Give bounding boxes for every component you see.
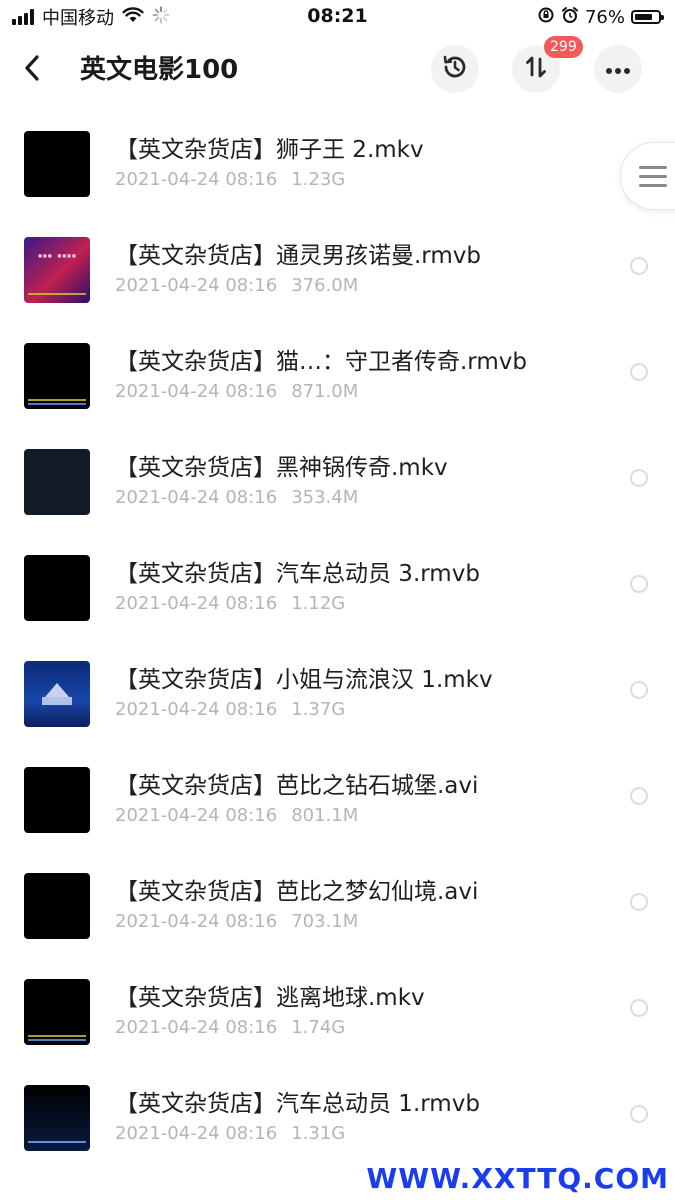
file-name: 【英文杂货店】黑神锅传奇.mkv [115, 455, 448, 481]
file-row[interactable]: 【英文杂货店】逃离地球.mkv 2021-04-24 08:16 1.74G [0, 946, 675, 1052]
video-thumbnail [24, 873, 90, 939]
file-size: 1.37G [291, 699, 346, 720]
file-name: 【英文杂货店】通灵男孩诺曼.rmvb [115, 243, 481, 269]
select-radio[interactable] [630, 257, 648, 275]
file-date: 2021-04-24 08:16 [115, 805, 278, 826]
alarm-icon [561, 6, 579, 28]
file-name: 【英文杂货店】芭比之梦幻仙境.avi [115, 879, 479, 905]
file-row[interactable]: 【英文杂货店】小姐与流浪汉 1.mkv 2021-04-24 08:16 1.37… [0, 628, 675, 734]
select-radio[interactable] [630, 787, 648, 805]
back-button[interactable] [14, 52, 50, 88]
file-name: 【英文杂货店】小姐与流浪汉 1.mkv [115, 667, 493, 693]
select-radio[interactable] [630, 575, 648, 593]
file-name: 【英文杂货店】狮子王 2.mkv [115, 137, 424, 163]
file-name: 【英文杂货店】逃离地球.mkv [115, 985, 425, 1011]
select-radio[interactable] [630, 999, 648, 1017]
transfer-icon [522, 53, 550, 85]
orientation-lock-icon [537, 6, 555, 28]
video-thumbnail [24, 767, 90, 833]
more-icon [604, 60, 632, 79]
file-date: 2021-04-24 08:16 [115, 381, 278, 402]
file-size: 801.1M [291, 805, 359, 826]
file-date: 2021-04-24 08:16 [115, 1017, 278, 1038]
history-button[interactable] [431, 45, 479, 93]
select-radio[interactable] [630, 681, 648, 699]
file-meta: 2021-04-24 08:16 1.12G [115, 594, 345, 614]
header: 英文电影100 299 [0, 34, 675, 106]
file-size: 376.0M [291, 275, 359, 296]
file-date: 2021-04-24 08:16 [115, 487, 278, 508]
status-right: 76% [537, 6, 664, 28]
file-size: 1.12G [291, 593, 346, 614]
menu-lines-icon [639, 166, 667, 193]
file-row[interactable]: ▪▪▪ ▪▪▪▪ 【英文杂货店】通灵男孩诺曼.rmvb 2021-04-24 0… [0, 204, 675, 310]
video-thumbnail [24, 1085, 90, 1151]
file-name: 【英文杂货店】汽车总动员 1.rmvb [115, 1091, 480, 1117]
file-name: 【英文杂货店】猫…：守卫者传奇.rmvb [115, 349, 527, 375]
video-thumbnail [24, 449, 90, 515]
file-row[interactable]: 【英文杂货店】狮子王 2.mkv 2021-04-24 08:16 1.23G [0, 98, 675, 204]
file-meta: 2021-04-24 08:16 1.74G [115, 1018, 345, 1038]
file-row[interactable]: 【英文杂货店】芭比之钻石城堡.avi 2021-04-24 08:16 801.1… [0, 734, 675, 840]
file-date: 2021-04-24 08:16 [115, 169, 278, 190]
file-row[interactable]: 【英文杂货店】猫…：守卫者传奇.rmvb 2021-04-24 08:16 871… [0, 310, 675, 416]
page-title: 英文电影100 [80, 55, 239, 85]
file-row[interactable]: 【英文杂货店】汽车总动员 3.rmvb 2021-04-24 08:16 1.12… [0, 522, 675, 628]
file-size: 1.74G [291, 1017, 346, 1038]
history-icon [441, 53, 469, 85]
file-date: 2021-04-24 08:16 [115, 1123, 278, 1144]
file-meta: 2021-04-24 08:16 1.23G [115, 170, 345, 190]
file-meta: 2021-04-24 08:16 376.0M [115, 276, 358, 296]
select-radio[interactable] [630, 893, 648, 911]
more-button[interactable] [594, 45, 642, 93]
file-name: 【英文杂货店】汽车总动员 3.rmvb [115, 561, 480, 587]
file-list: 【英文杂货店】狮子王 2.mkv 2021-04-24 08:16 1.23G ▪… [0, 98, 675, 1158]
file-row[interactable]: 【英文杂货店】汽车总动员 1.rmvb 2021-04-24 08:16 1.31… [0, 1052, 675, 1158]
file-date: 2021-04-24 08:16 [115, 275, 278, 296]
file-meta: 2021-04-24 08:16 871.0M [115, 382, 358, 402]
select-radio[interactable] [630, 469, 648, 487]
file-meta: 2021-04-24 08:16 1.31G [115, 1124, 345, 1144]
file-name: 【英文杂货店】芭比之钻石城堡.avi [115, 773, 479, 799]
file-size: 1.23G [291, 169, 346, 190]
battery-percent: 76% [584, 6, 625, 28]
file-meta: 2021-04-24 08:16 1.37G [115, 700, 345, 720]
file-meta: 2021-04-24 08:16 353.4M [115, 488, 358, 508]
file-row[interactable]: 【英文杂货店】黑神锅传奇.mkv 2021-04-24 08:16 353.4M [0, 416, 675, 522]
video-thumbnail [24, 343, 90, 409]
file-size: 703.1M [291, 911, 359, 932]
video-thumbnail [24, 661, 90, 727]
file-row[interactable]: 【英文杂货店】芭比之梦幻仙境.avi 2021-04-24 08:16 703.1… [0, 840, 675, 946]
status-bar: 中国移动 08:21 76% [0, 0, 675, 34]
video-thumbnail [24, 131, 90, 197]
file-meta: 2021-04-24 08:16 703.1M [115, 912, 358, 932]
video-thumbnail [24, 979, 90, 1045]
file-meta: 2021-04-24 08:16 801.1M [115, 806, 358, 826]
battery-icon [631, 10, 664, 24]
file-size: 871.0M [291, 381, 359, 402]
file-date: 2021-04-24 08:16 [115, 593, 278, 614]
video-thumbnail [24, 555, 90, 621]
select-radio[interactable] [630, 363, 648, 381]
video-thumbnail: ▪▪▪ ▪▪▪▪ [24, 237, 90, 303]
chevron-left-icon [22, 54, 42, 86]
file-date: 2021-04-24 08:16 [115, 911, 278, 932]
file-size: 353.4M [291, 487, 359, 508]
select-radio[interactable] [630, 1105, 648, 1123]
transfer-count-badge: 299 [544, 36, 583, 58]
watermark: WWW.XXTTQ.COM [366, 1162, 669, 1195]
file-date: 2021-04-24 08:16 [115, 699, 278, 720]
file-size: 1.31G [291, 1123, 346, 1144]
